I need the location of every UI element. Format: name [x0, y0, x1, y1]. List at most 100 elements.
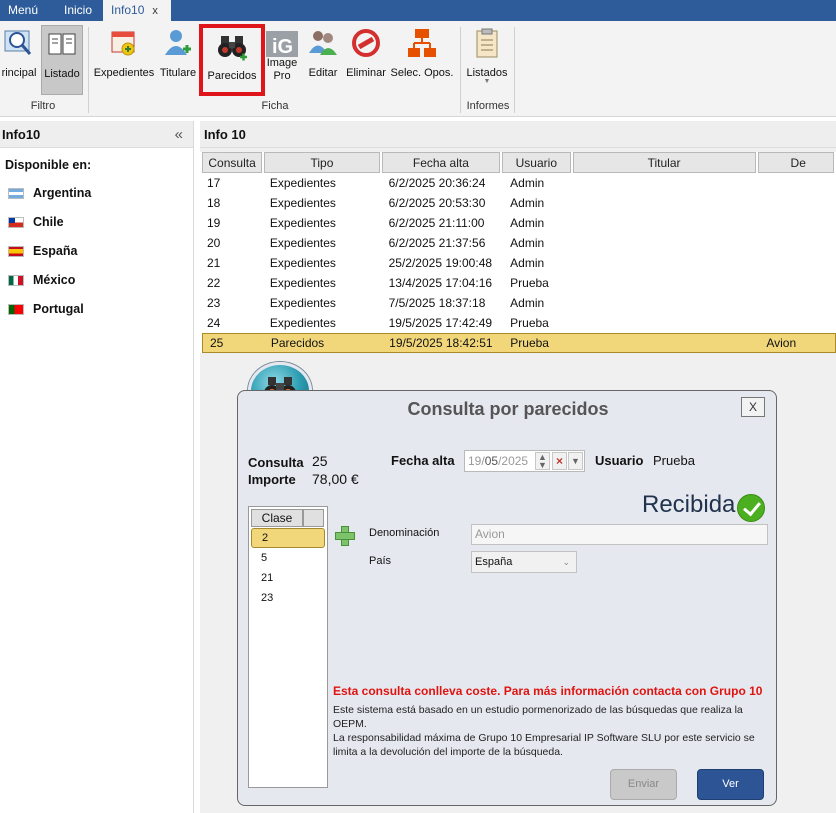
selec-opos-label: Selec. Opos. [390, 67, 454, 79]
cell-usuario: Admin [510, 256, 545, 270]
col-de[interactable]: De [757, 152, 834, 173]
col-fecha-alta[interactable]: Fecha alta [381, 152, 501, 173]
col-titular[interactable]: Titular [572, 152, 756, 173]
clase-item[interactable]: 5 [251, 548, 325, 568]
cell-titular [574, 233, 761, 253]
listado-button[interactable]: Listado [41, 25, 83, 95]
cell-fecha: 6/2/2025 21:11:00 [388, 216, 485, 230]
col-tipo[interactable]: Tipo [264, 152, 380, 173]
table-row[interactable]: 22 Expedientes 13/4/2025 17:04:16 Prueba [200, 273, 836, 293]
cell-consulta: 24 [207, 316, 221, 330]
cell-fecha: 19/5/2025 18:42:51 [389, 336, 493, 350]
listados-button[interactable]: Listados ▼ [464, 27, 510, 91]
inicio-tab[interactable]: Inicio [56, 0, 100, 21]
fecha-alta-input[interactable]: 19/05/2025 ▲ ▼ × ▼ [464, 450, 585, 472]
consulta-value: 25 [312, 453, 328, 469]
cell-tipo: Expedientes [269, 256, 336, 270]
cell-tipo: Expedientes [269, 196, 336, 210]
cell-titular [574, 213, 761, 233]
portugal-flag-icon [8, 304, 24, 315]
clase-item[interactable]: 23 [251, 588, 325, 608]
cell-titular [574, 253, 761, 273]
country-label: Portugal [33, 302, 84, 316]
titulares-button[interactable]: Titulare [158, 27, 198, 91]
fecha-alta-label: Fecha alta [391, 453, 455, 468]
dialog-title: Consulta por parecidos [407, 399, 609, 419]
denominacion-field[interactable]: Avion [471, 524, 768, 545]
country-item-argentina[interactable]: Argentina [0, 179, 193, 208]
table-row[interactable]: 17 Expedientes 6/2/2025 20:36:24 Admin [200, 173, 836, 193]
clipboard-icon [471, 27, 503, 59]
cell-usuario: Admin [510, 236, 545, 250]
consulta-label: Consulta [248, 455, 304, 470]
cell-consulta: 18 [207, 196, 221, 210]
clear-date-icon[interactable]: × [552, 452, 567, 470]
expedientes-button[interactable]: Expedientes [92, 27, 156, 91]
cell-usuario: Prueba [510, 336, 549, 350]
country-item-portugal[interactable]: Portugal [0, 295, 193, 324]
info10-tab[interactable]: Info10 x [103, 0, 171, 21]
clase-header[interactable]: Clase [251, 509, 303, 527]
parecidos-label: Parecidos [207, 70, 257, 82]
user-add-icon [162, 27, 194, 59]
cell-fecha: 19/5/2025 17:42:49 [388, 316, 493, 330]
svg-text:iG: iG [272, 36, 293, 58]
eliminar-label: Eliminar [346, 67, 386, 79]
editar-button[interactable]: Editar [305, 27, 341, 91]
users-edit-icon [307, 27, 339, 59]
clase-item[interactable]: 21 [251, 568, 325, 588]
pais-select[interactable]: España ⌄ [471, 551, 577, 573]
table-row[interactable]: 20 Expedientes 6/2/2025 21:37:56 Admin [200, 233, 836, 253]
table-row[interactable]: 21 Expedientes 25/2/2025 19:00:48 Admin [200, 253, 836, 273]
image-pro-label-2: Pro [273, 70, 291, 82]
cell-fecha: 7/5/2025 18:37:18 [388, 296, 486, 310]
date-dropdown-icon[interactable]: ▼ [568, 452, 583, 470]
ver-button[interactable]: Ver [697, 769, 764, 800]
selec-opos-button[interactable]: Selec. Opos. [390, 27, 454, 91]
close-tab-icon[interactable]: x [152, 5, 158, 17]
menu-tab[interactable]: Menú [0, 0, 46, 21]
titulares-label: Titulare [159, 67, 197, 79]
hierarchy-icon [406, 27, 438, 59]
eliminar-button[interactable]: Eliminar [344, 27, 388, 91]
ficha-group-label: Ficha [261, 100, 289, 112]
denominacion-label: Denominación [369, 527, 440, 539]
table-row[interactable]: 19 Expedientes 6/2/2025 21:11:00 Admin [200, 213, 836, 233]
table-row[interactable]: 25 Parecidos 19/5/2025 18:42:51 Prueba Avion [202, 333, 836, 353]
cell-de [761, 293, 836, 313]
table-row[interactable]: 23 Expedientes 7/5/2025 18:37:18 Admin [200, 293, 836, 313]
col-usuario[interactable]: Usuario [502, 152, 571, 173]
spain-flag-icon [8, 246, 24, 257]
col-consulta[interactable]: Consulta [202, 152, 263, 173]
cell-tipo: Expedientes [269, 216, 336, 230]
table-row[interactable]: 24 Expedientes 19/5/2025 17:42:49 Prueba [200, 313, 836, 333]
editar-label: Editar [308, 67, 338, 79]
dialog-close-button[interactable]: X [741, 397, 765, 417]
clase-header-extra [303, 509, 324, 527]
results-table: Consulta Tipo Fecha alta Usuario Titular… [200, 152, 836, 353]
book-icon [46, 28, 78, 60]
enviar-button[interactable]: Enviar [610, 769, 677, 800]
date-spin-icon[interactable]: ▲ ▼ [535, 452, 550, 470]
cell-tipo: Expedientes [269, 176, 336, 190]
cell-de [761, 233, 836, 253]
table-row[interactable]: 18 Expedientes 6/2/2025 20:53:30 Admin [200, 193, 836, 213]
table-header: Consulta Tipo Fecha alta Usuario Titular… [200, 152, 836, 173]
cell-usuario: Prueba [510, 316, 549, 330]
ribbon-separator [514, 27, 515, 113]
country-item-chile[interactable]: Chile [0, 208, 193, 237]
add-clase-icon[interactable] [335, 526, 355, 546]
available-label: Disponible en: [5, 158, 92, 172]
country-item-mexico[interactable]: México [0, 266, 193, 295]
usuario-value: Prueba [653, 453, 695, 468]
binoculars-icon [216, 30, 248, 62]
clase-item[interactable]: 2 [251, 528, 325, 548]
principal-button[interactable]: rincipal [0, 27, 38, 91]
cell-titular [574, 193, 761, 213]
collapse-panel-icon[interactable]: « [175, 121, 183, 148]
country-item-espana[interactable]: España [0, 237, 193, 266]
info10-tab-label: Info10 [111, 3, 145, 17]
listado-label: Listado [44, 68, 80, 80]
image-pro-button[interactable]: iG Image Pro [266, 27, 298, 91]
parecidos-button[interactable]: Parecidos [199, 24, 265, 96]
